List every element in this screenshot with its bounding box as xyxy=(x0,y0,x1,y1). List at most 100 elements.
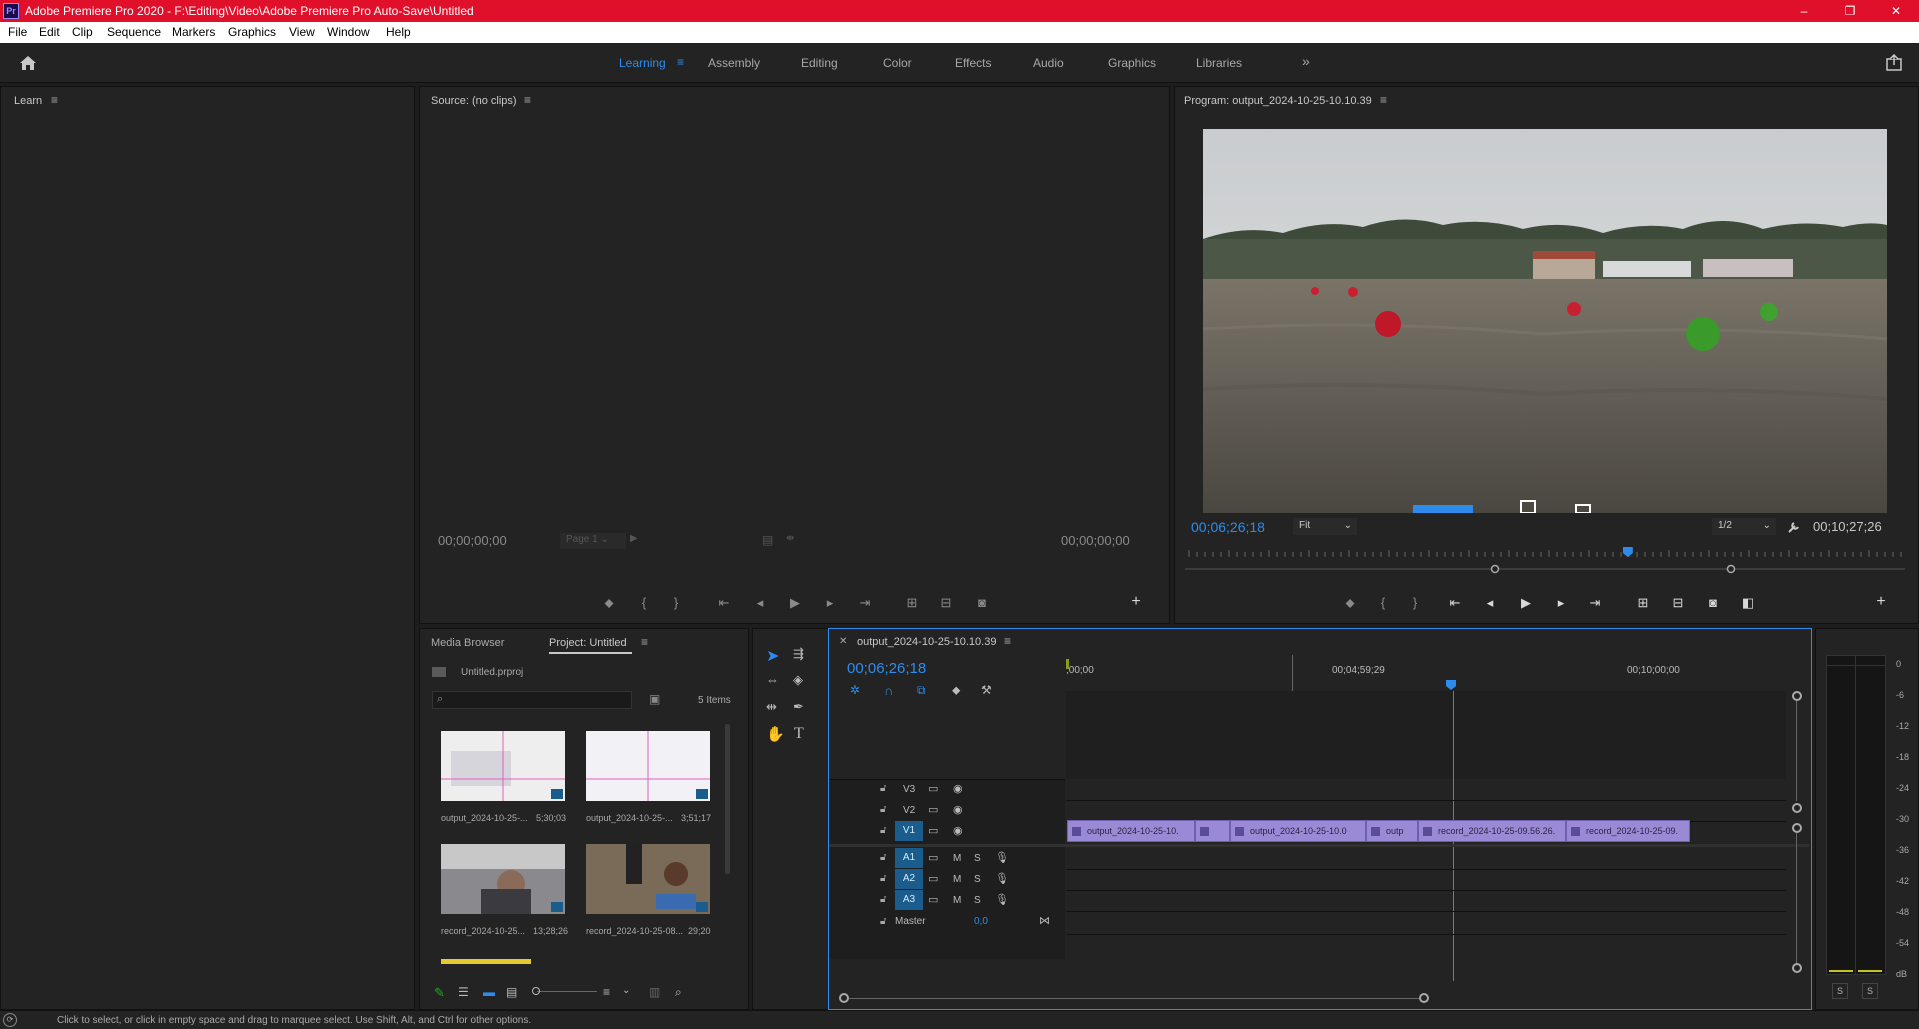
source-settings-icon[interactable]: ▤ xyxy=(762,533,773,547)
project-item-2[interactable]: output_2024-10-25-... 3;51;17 xyxy=(586,731,711,823)
maximize-button[interactable]: ❐ xyxy=(1827,0,1873,22)
tab-media-browser[interactable]: Media Browser xyxy=(431,637,504,649)
voice-over-mic-icon[interactable]: 🎙︎ xyxy=(995,893,1009,906)
scroll-handle-mid[interactable] xyxy=(1792,803,1802,813)
timeline-ruler[interactable]: ;00;00 00;04;59;29 00;10;00;00 xyxy=(1066,655,1786,695)
zoom-handle-left[interactable] xyxy=(839,993,849,1003)
add-marker-icon[interactable]: ⬥ xyxy=(952,683,960,698)
source-play-icon[interactable]: ▶ xyxy=(786,595,804,611)
program-mark-out-icon[interactable]: } xyxy=(1406,595,1424,610)
type-tool-icon[interactable]: T xyxy=(794,725,804,743)
background-task-icon[interactable]: ⟳ xyxy=(3,1013,17,1027)
write-protect-pencil-icon[interactable]: ✎ xyxy=(434,985,445,1001)
source-mark-in-icon[interactable]: { xyxy=(635,595,653,610)
menu-file[interactable]: File xyxy=(8,25,27,39)
scroll-handle-bottom[interactable] xyxy=(1792,963,1802,973)
workspace-tab-assembly[interactable]: Assembly xyxy=(708,56,760,70)
program-step-back-icon[interactable]: ◂ xyxy=(1481,595,1499,611)
learn-panel-menu-icon[interactable]: ≡ xyxy=(51,93,58,107)
source-page-selector[interactable]: Page 1 ⌄ xyxy=(560,533,626,549)
sort-dropdown-icon[interactable]: ⌄ xyxy=(622,985,630,996)
voice-over-mic-icon[interactable]: 🎙︎ xyxy=(995,851,1009,864)
source-add-button-icon[interactable]: + xyxy=(1127,593,1145,611)
track-select-tool-icon[interactable]: ⇶ xyxy=(793,646,804,662)
timeline-timecode[interactable]: 00;06;26;18 xyxy=(847,660,926,677)
lock-track-icon[interactable]: 🔓︎ xyxy=(880,783,886,794)
project-search-input[interactable]: ⌕ xyxy=(432,691,632,709)
timeline-settings-wrench-icon[interactable]: ⚒ xyxy=(981,683,992,697)
sync-lock-icon[interactable]: ▭ xyxy=(928,872,938,885)
solo-button[interactable]: S xyxy=(974,874,981,885)
source-panel-menu-icon[interactable]: ≡ xyxy=(524,93,531,107)
sync-lock-icon[interactable]: ▭ xyxy=(928,803,938,816)
program-go-to-in-icon[interactable]: ⇤ xyxy=(1446,595,1464,611)
track-label-a3[interactable]: A3 xyxy=(895,890,923,910)
find-icon[interactable]: ⌕ xyxy=(675,985,682,1000)
program-mark-in-icon[interactable]: { xyxy=(1374,595,1392,610)
thumbnail-size-slider-handle[interactable] xyxy=(532,987,540,995)
mute-button[interactable]: M xyxy=(953,895,961,906)
list-view-icon[interactable]: ☰ xyxy=(458,985,469,999)
project-item-5-color-label[interactable] xyxy=(441,959,531,964)
minimize-button[interactable]: – xyxy=(1781,0,1827,22)
zoom-handle-right[interactable] xyxy=(1419,993,1429,1003)
source-drag-icon[interactable]: ⇼ xyxy=(786,533,794,544)
source-insert-icon[interactable]: ⊞ xyxy=(903,595,921,611)
workspace-tab-graphics[interactable]: Graphics xyxy=(1108,56,1156,70)
timeline-empty-area[interactable] xyxy=(1066,691,1786,779)
project-item-1[interactable]: output_2024-10-25-... 5;30;03 xyxy=(441,731,566,823)
source-export-frame-icon[interactable]: ◙ xyxy=(973,595,991,610)
timeline-clip[interactable]: output_2024-10-25-10. xyxy=(1067,820,1195,842)
source-go-to-out-icon[interactable]: ⇥ xyxy=(856,595,874,611)
mute-button[interactable]: M xyxy=(953,874,961,885)
menu-edit[interactable]: Edit xyxy=(39,25,60,39)
program-add-button-icon[interactable]: + xyxy=(1872,593,1890,611)
timeline-vertical-scrollbar[interactable] xyxy=(1791,691,1805,981)
source-go-to-in-icon[interactable]: ⇤ xyxy=(715,595,733,611)
program-comparison-view-icon[interactable]: ◧ xyxy=(1739,595,1757,611)
scroll-handle-audio-top[interactable] xyxy=(1792,823,1802,833)
track-label-a2[interactable]: A2 xyxy=(895,869,923,889)
sync-lock-icon[interactable]: ▭ xyxy=(928,851,938,864)
sort-icons-icon[interactable]: ≡ xyxy=(603,985,610,999)
toggle-output-eye-icon[interactable]: ◉ xyxy=(953,782,963,795)
share-icon[interactable] xyxy=(1885,54,1903,72)
scrub-range-handle-left[interactable] xyxy=(1490,564,1500,574)
timeline-menu-icon[interactable]: ≡ xyxy=(1004,634,1011,648)
program-lift-icon[interactable]: ⊞ xyxy=(1634,595,1652,611)
timeline-zoom-scrollbar[interactable] xyxy=(839,993,1784,1005)
track-label-v3[interactable]: V3 xyxy=(903,784,915,795)
thumbnail-size-slider[interactable] xyxy=(537,991,597,992)
project-panel-menu-icon[interactable]: ≡ xyxy=(641,635,648,649)
menu-sequence[interactable]: Sequence xyxy=(107,25,161,39)
master-volume-value[interactable]: 0,0 xyxy=(974,916,988,927)
project-item-3[interactable]: record_2024-10-25... 13;28;26 xyxy=(441,844,568,936)
workspace-tab-color[interactable]: Color xyxy=(883,56,912,70)
workspace-tab-editing[interactable]: Editing xyxy=(801,56,838,70)
program-timecode[interactable]: 00;06;26;18 xyxy=(1191,519,1265,535)
solo-right-button[interactable]: S xyxy=(1862,983,1878,999)
work-area-start-marker[interactable] xyxy=(1066,659,1069,669)
menu-help[interactable]: Help xyxy=(386,25,411,39)
source-step-forward-icon[interactable]: ▸ xyxy=(821,595,839,611)
source-timecode-in[interactable]: 00;00;00;00 xyxy=(438,533,507,548)
sync-lock-icon[interactable]: ▭ xyxy=(928,782,938,795)
mute-button[interactable]: M xyxy=(953,853,961,864)
lock-track-icon[interactable]: 🔓︎ xyxy=(880,825,886,836)
program-resolution-selector[interactable]: 1/2 ⌄ xyxy=(1712,518,1776,535)
timeline-clip[interactable]: record_2024-10-25-09.56.26. xyxy=(1418,820,1566,842)
timeline-clip[interactable]: outp xyxy=(1366,820,1418,842)
source-mark-out-icon[interactable]: } xyxy=(667,595,685,610)
source-add-marker-icon[interactable]: ⬥ xyxy=(600,595,618,611)
menu-view[interactable]: View xyxy=(289,25,315,39)
program-extract-icon[interactable]: ⊟ xyxy=(1669,595,1687,611)
scroll-handle-top[interactable] xyxy=(1792,691,1802,701)
lock-track-icon[interactable]: 🔓︎ xyxy=(880,894,886,905)
linked-selection-icon[interactable]: ⧉ xyxy=(917,683,926,698)
snap-magnet-icon[interactable]: ∩ xyxy=(884,683,893,698)
nest-toggle-icon[interactable]: ✲ xyxy=(850,683,860,697)
solo-button[interactable]: S xyxy=(974,895,981,906)
menu-window[interactable]: Window xyxy=(327,25,370,39)
project-item-4[interactable]: record_2024-10-25-08... 29;20 xyxy=(586,844,711,936)
program-step-forward-icon[interactable]: ▸ xyxy=(1552,595,1570,611)
